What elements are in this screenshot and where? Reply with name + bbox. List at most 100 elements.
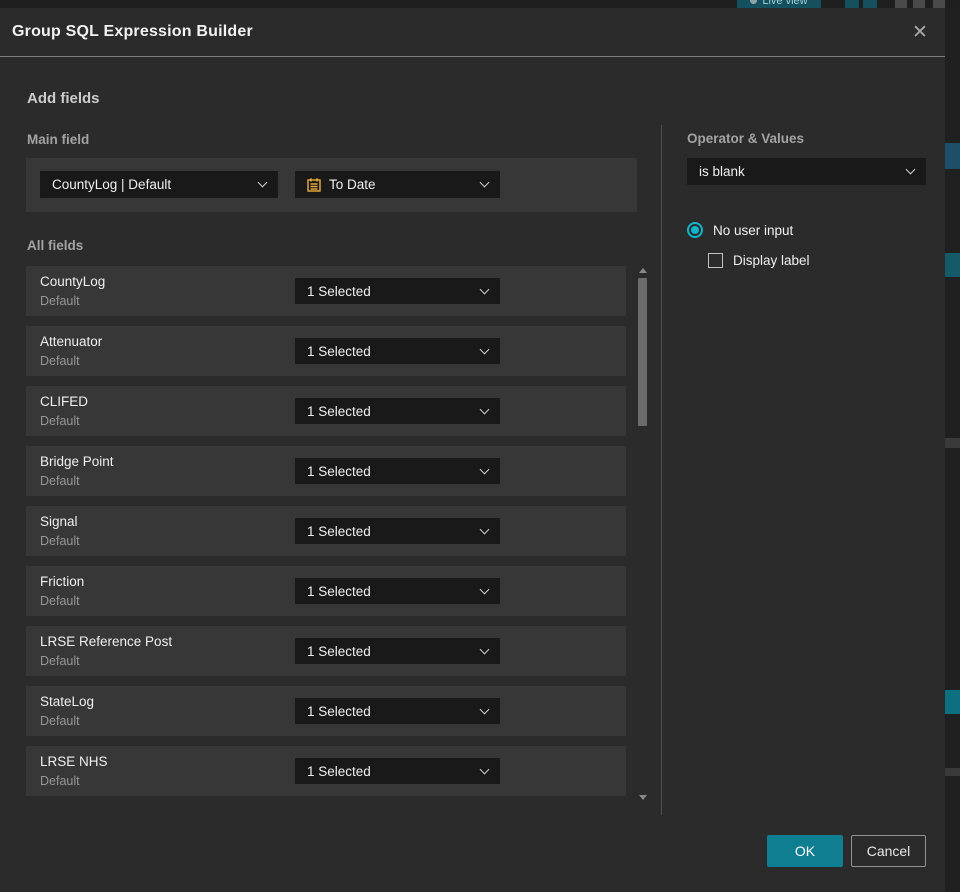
field-row: Friction Default 1 Selected: [26, 566, 626, 616]
panel-divider: [661, 125, 662, 815]
dialog-title: Group SQL Expression Builder: [12, 23, 253, 40]
chevron-down-icon: [479, 644, 490, 655]
chevron-down-icon: [257, 177, 268, 188]
chevron-down-icon: [479, 404, 490, 415]
field-subtitle: Default: [40, 594, 80, 608]
main-field-dropdown[interactable]: CountyLog | Default: [40, 171, 278, 198]
field-name: Signal: [40, 514, 78, 529]
chevron-down-icon: [479, 284, 490, 295]
main-field-dropdown-value: CountyLog | Default: [52, 177, 172, 192]
all-fields-label: All fields: [27, 238, 84, 253]
background-toolbar-icon: [895, 0, 907, 8]
list-scrollbar[interactable]: [637, 266, 649, 800]
field-row: Bridge Point Default 1 Selected: [26, 446, 626, 496]
main-field-label: Main field: [27, 132, 90, 147]
background-fragment: [945, 768, 960, 776]
display-label-checkbox-row[interactable]: Display label: [708, 253, 810, 268]
field-selection-value: 1 Selected: [307, 463, 371, 479]
field-name: CountyLog: [40, 274, 106, 289]
field-row: LRSE NHS Default 1 Selected: [26, 746, 626, 796]
field-row: StateLog Default 1 Selected: [26, 686, 626, 736]
field-selection-dropdown[interactable]: 1 Selected: [295, 398, 500, 424]
field-subtitle: Default: [40, 354, 80, 368]
background-fragment: [945, 253, 960, 277]
field-selection-dropdown[interactable]: 1 Selected: [295, 518, 500, 544]
field-row: CLIFED Default 1 Selected: [26, 386, 626, 436]
field-name: Friction: [40, 574, 85, 589]
no-user-input-label: No user input: [713, 222, 794, 238]
field-selection-value: 1 Selected: [307, 643, 371, 659]
main-field-type-dropdown[interactable]: To Date: [295, 171, 500, 198]
field-subtitle: Default: [40, 714, 80, 728]
radio-selected-icon: [687, 222, 703, 238]
field-selection-dropdown[interactable]: 1 Selected: [295, 758, 500, 784]
group-sql-expression-builder-dialog: Group SQL Expression Builder ✕ Add field…: [0, 8, 945, 892]
background-fragment: [945, 143, 960, 169]
field-selection-dropdown[interactable]: 1 Selected: [295, 458, 500, 484]
background-app-right-strip: [945, 8, 960, 892]
chevron-down-icon: [479, 344, 490, 355]
field-selection-value: 1 Selected: [307, 583, 371, 599]
chevron-down-icon: [905, 164, 916, 175]
operator-dropdown[interactable]: is blank: [687, 158, 926, 185]
background-fragment: [945, 438, 960, 448]
chevron-down-icon: [479, 764, 490, 775]
live-dot-icon: [750, 0, 758, 4]
field-selection-value: 1 Selected: [307, 703, 371, 719]
scroll-up-icon[interactable]: [639, 268, 647, 273]
field-subtitle: Default: [40, 534, 80, 548]
scrollbar-thumb[interactable]: [638, 278, 647, 426]
field-row: CountyLog Default 1 Selected: [26, 266, 626, 316]
field-row: LRSE Reference Post Default 1 Selected: [26, 626, 626, 676]
calendar-icon: [306, 177, 322, 193]
field-selection-value: 1 Selected: [307, 283, 371, 299]
field-selection-dropdown[interactable]: 1 Selected: [295, 698, 500, 724]
close-icon[interactable]: ✕: [908, 20, 932, 44]
field-selection-value: 1 Selected: [307, 523, 371, 539]
main-field-panel: CountyLog | Default To Date: [26, 158, 637, 212]
field-selection-dropdown[interactable]: 1 Selected: [295, 338, 500, 364]
background-toolbar-icon: [863, 0, 877, 8]
field-subtitle: Default: [40, 474, 80, 488]
chevron-down-icon: [479, 584, 490, 595]
screen: Live view Group SQL Expression Builder ✕…: [0, 0, 960, 892]
field-row: Signal Default 1 Selected: [26, 506, 626, 556]
field-selection-dropdown[interactable]: 1 Selected: [295, 278, 500, 304]
field-row: Attenuator Default 1 Selected: [26, 326, 626, 376]
field-name: CLIFED: [40, 394, 89, 409]
cancel-button[interactable]: Cancel: [851, 835, 926, 867]
chevron-down-icon: [479, 704, 490, 715]
live-view-button[interactable]: Live view: [737, 0, 821, 8]
field-selection-dropdown[interactable]: 1 Selected: [295, 578, 500, 604]
field-selection-value: 1 Selected: [307, 343, 371, 359]
field-name: LRSE NHS: [40, 754, 108, 769]
background-toolbar-icon: [913, 0, 925, 8]
field-subtitle: Default: [40, 414, 80, 428]
ok-button[interactable]: OK: [767, 835, 843, 867]
field-selection-dropdown[interactable]: 1 Selected: [295, 638, 500, 664]
chevron-down-icon: [479, 177, 490, 188]
background-toolbar-icon: [933, 0, 945, 8]
operator-values-label: Operator & Values: [687, 131, 805, 146]
checkbox-unchecked-icon[interactable]: [708, 253, 723, 268]
field-subtitle: Default: [40, 294, 80, 308]
field-name: StateLog: [40, 694, 95, 709]
main-field-type-value: To Date: [329, 177, 376, 192]
background-toolbar-icon: [845, 0, 859, 8]
chevron-down-icon: [479, 524, 490, 535]
operator-value: is blank: [699, 164, 745, 179]
background-fragment: [945, 690, 960, 714]
field-name: Bridge Point: [40, 454, 114, 469]
field-name: LRSE Reference Post: [40, 634, 173, 649]
background-app-top-strip: Live view: [0, 0, 960, 8]
display-label-label: Display label: [733, 253, 810, 268]
dialog-header: Group SQL Expression Builder ✕: [0, 8, 945, 57]
all-fields-list: CountyLog Default 1 Selected Attenuator …: [26, 266, 626, 797]
field-selection-value: 1 Selected: [307, 403, 371, 419]
live-view-label: Live view: [762, 0, 808, 7]
field-name: Attenuator: [40, 334, 103, 349]
field-subtitle: Default: [40, 774, 80, 788]
scroll-down-icon[interactable]: [639, 795, 647, 800]
chevron-down-icon: [479, 464, 490, 475]
no-user-input-radio[interactable]: No user input: [687, 222, 793, 238]
